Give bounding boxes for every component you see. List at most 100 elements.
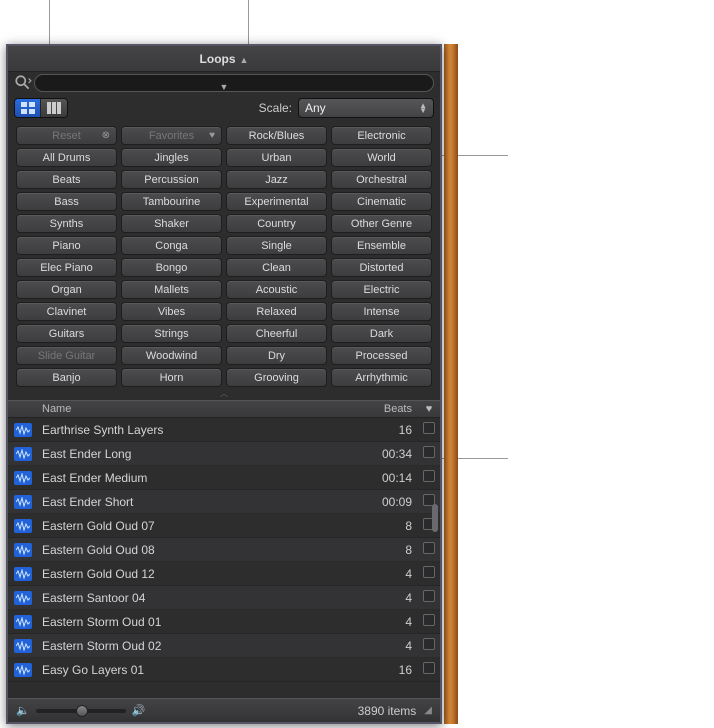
- loop-row[interactable]: Eastern Gold Oud 124: [8, 562, 440, 586]
- favorite-checkbox[interactable]: [423, 422, 435, 434]
- tag-rock-blues[interactable]: Rock/Blues: [226, 126, 327, 145]
- loop-browser-panel: Loops▲▼ Scale: Any ▲▼ Reset ⊗ Favorites♥Ro…: [6, 44, 442, 724]
- tag-clean[interactable]: Clean: [226, 258, 327, 277]
- tag-strings[interactable]: Strings: [121, 324, 222, 343]
- tag-horn[interactable]: Horn: [121, 368, 222, 387]
- scale-select[interactable]: Any ▲▼: [298, 98, 434, 118]
- tag-all-drums[interactable]: All Drums: [16, 148, 117, 167]
- tag-relaxed[interactable]: Relaxed: [226, 302, 327, 321]
- grip-handle[interactable]: ︿: [8, 390, 440, 400]
- resize-grip-icon[interactable]: ◢: [424, 705, 432, 716]
- tag-acoustic[interactable]: Acoustic: [226, 280, 327, 299]
- tag-vibes[interactable]: Vibes: [121, 302, 222, 321]
- favorite-checkbox[interactable]: [423, 494, 435, 506]
- favorite-checkbox[interactable]: [423, 470, 435, 482]
- search-icon[interactable]: [14, 75, 32, 91]
- col-beats-header[interactable]: Beats: [370, 403, 418, 415]
- tag-reset[interactable]: Reset ⊗: [16, 126, 117, 145]
- tag-shaker[interactable]: Shaker: [121, 214, 222, 233]
- tag-favorites[interactable]: Favorites♥: [121, 126, 222, 145]
- tag-dark[interactable]: Dark: [331, 324, 432, 343]
- tag-label: Reset: [52, 130, 81, 142]
- scale-label: Scale:: [259, 101, 292, 115]
- loop-row[interactable]: Earthrise Synth Layers16: [8, 418, 440, 442]
- tag-other-genre[interactable]: Other Genre: [331, 214, 432, 233]
- tag-processed[interactable]: Processed: [331, 346, 432, 365]
- favorite-checkbox[interactable]: [423, 518, 435, 530]
- tag-distorted[interactable]: Distorted: [331, 258, 432, 277]
- tag-electric[interactable]: Electric: [331, 280, 432, 299]
- loop-beats: 4: [370, 615, 418, 629]
- tag-piano[interactable]: Piano: [16, 236, 117, 255]
- favorite-checkbox[interactable]: [423, 542, 435, 554]
- slider-thumb[interactable]: [76, 705, 88, 717]
- tag-dry[interactable]: Dry: [226, 346, 327, 365]
- clear-icon: ⊗: [102, 130, 110, 141]
- col-name-header[interactable]: Name: [38, 403, 370, 415]
- audio-wave-icon: [14, 495, 32, 509]
- footer-bar: 🔈 🔊 3890 items ◢: [8, 698, 440, 722]
- audio-wave-icon: [14, 543, 32, 557]
- tag-single[interactable]: Single: [226, 236, 327, 255]
- favorite-checkbox[interactable]: [423, 446, 435, 458]
- view-button-grid[interactable]: [15, 99, 41, 117]
- audio-wave-icon: [14, 567, 32, 581]
- tag-tambourine[interactable]: Tambourine: [121, 192, 222, 211]
- tag-synths[interactable]: Synths: [16, 214, 117, 233]
- tag-beats[interactable]: Beats: [16, 170, 117, 189]
- volume-slider[interactable]: [36, 709, 126, 713]
- tag-woodwind[interactable]: Woodwind: [121, 346, 222, 365]
- loop-row[interactable]: Eastern Gold Oud 088: [8, 538, 440, 562]
- tag-jazz[interactable]: Jazz: [226, 170, 327, 189]
- loop-row[interactable]: Eastern Gold Oud 078: [8, 514, 440, 538]
- tag-urban[interactable]: Urban: [226, 148, 327, 167]
- tag-arrhythmic[interactable]: Arrhythmic: [331, 368, 432, 387]
- loop-row[interactable]: Eastern Storm Oud 024: [8, 634, 440, 658]
- tag-organ[interactable]: Organ: [16, 280, 117, 299]
- tag-world[interactable]: World: [331, 148, 432, 167]
- favorite-checkbox[interactable]: [423, 566, 435, 578]
- col-fav-header[interactable]: ♥: [418, 403, 440, 415]
- loop-beats: 16: [370, 663, 418, 677]
- tag-ensemble[interactable]: Ensemble: [331, 236, 432, 255]
- tag-jingles[interactable]: Jingles: [121, 148, 222, 167]
- dropdown-arrows-icon: ▲▼: [419, 103, 427, 113]
- favorite-checkbox[interactable]: [423, 638, 435, 650]
- panel-header[interactable]: Loops▲▼: [8, 46, 440, 72]
- tag-country[interactable]: Country: [226, 214, 327, 233]
- audio-wave-icon: [14, 591, 32, 605]
- tag-cinematic[interactable]: Cinematic: [331, 192, 432, 211]
- loop-row[interactable]: Eastern Storm Oud 014: [8, 610, 440, 634]
- loop-beats: 4: [370, 639, 418, 653]
- tag-experimental[interactable]: Experimental: [226, 192, 327, 211]
- tag-mallets[interactable]: Mallets: [121, 280, 222, 299]
- loop-row[interactable]: East Ender Medium00:14: [8, 466, 440, 490]
- tag-intense[interactable]: Intense: [331, 302, 432, 321]
- tag-bass[interactable]: Bass: [16, 192, 117, 211]
- loop-beats: 00:09: [370, 495, 418, 509]
- tag-label: Ensemble: [357, 240, 406, 252]
- search-input[interactable]: [34, 74, 434, 92]
- loop-row[interactable]: Easy Go Layers 0116: [8, 658, 440, 682]
- tag-bongo[interactable]: Bongo: [121, 258, 222, 277]
- favorite-checkbox[interactable]: [423, 614, 435, 626]
- favorite-checkbox[interactable]: [423, 590, 435, 602]
- tag-conga[interactable]: Conga: [121, 236, 222, 255]
- tag-cheerful[interactable]: Cheerful: [226, 324, 327, 343]
- tag-guitars[interactable]: Guitars: [16, 324, 117, 343]
- tag-percussion[interactable]: Percussion: [121, 170, 222, 189]
- tag-grooving[interactable]: Grooving: [226, 368, 327, 387]
- tag-electronic[interactable]: Electronic: [331, 126, 432, 145]
- loop-row[interactable]: East Ender Short00:09: [8, 490, 440, 514]
- volume-high-icon: 🔊: [132, 704, 146, 717]
- tag-clavinet[interactable]: Clavinet: [16, 302, 117, 321]
- tag-orchestral[interactable]: Orchestral: [331, 170, 432, 189]
- loop-row[interactable]: East Ender Long00:34: [8, 442, 440, 466]
- view-button-columns[interactable]: [41, 99, 67, 117]
- tag-slide-guitar[interactable]: Slide Guitar: [16, 346, 117, 365]
- tag-elec-piano[interactable]: Elec Piano: [16, 258, 117, 277]
- loop-row[interactable]: Eastern Santoor 044: [8, 586, 440, 610]
- list-header: Name Beats ♥: [8, 400, 440, 418]
- tag-banjo[interactable]: Banjo: [16, 368, 117, 387]
- favorite-checkbox[interactable]: [423, 662, 435, 674]
